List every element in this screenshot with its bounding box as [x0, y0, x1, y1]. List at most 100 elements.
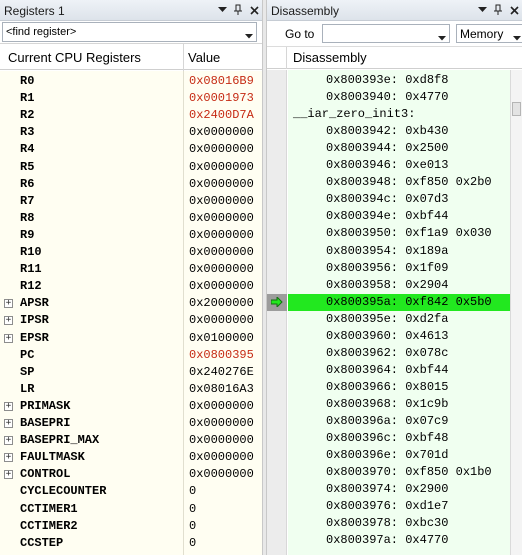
register-row[interactable]: + PRIMASK 0x0000000: [0, 398, 262, 415]
disassembly-line[interactable]: 0x8003968: 0x1c9b: [288, 396, 510, 413]
register-value[interactable]: 0: [189, 536, 196, 550]
disassembly-line[interactable]: 0x8003946: 0xe013: [288, 157, 510, 174]
register-row[interactable]: + EPSR 0x0100000: [0, 330, 262, 347]
register-row[interactable]: R6 0x0000000: [0, 176, 262, 193]
disassembly-lines[interactable]: 0x800393e: 0xd8f8 0x8003940: 0x4770 __iar_…: [288, 70, 510, 555]
disassembly-line[interactable]: 0x8003974: 0x2900: [288, 481, 510, 498]
disassembly-line[interactable]: 0x800396c: 0xbf48: [288, 430, 510, 447]
disassembly-line[interactable]: 0x800394e: 0xbf44: [288, 208, 510, 225]
register-value[interactable]: 0x0000000: [189, 228, 254, 242]
register-value[interactable]: 0x0000000: [189, 194, 254, 208]
disassembly-view[interactable]: 0x800393e: 0xd8f8 0x8003940: 0x4770 __iar_…: [267, 70, 522, 555]
expand-icon[interactable]: +: [4, 401, 13, 411]
chevron-down-icon[interactable]: [513, 30, 521, 44]
disassembly-line[interactable]: 0x8003960: 0x4613: [288, 328, 510, 345]
pin-icon[interactable]: [492, 3, 504, 17]
register-value[interactable]: 0x0000000: [189, 125, 254, 139]
disassembly-line[interactable]: 0x800394c: 0x07d3: [288, 191, 510, 208]
register-row[interactable]: + CONTROL 0x0000000: [0, 466, 262, 483]
register-value[interactable]: 0x08016B9: [189, 74, 254, 88]
register-row[interactable]: R7 0x0000000: [0, 193, 262, 210]
disassembly-label-line[interactable]: __iar_zero_init3:: [288, 106, 510, 123]
register-row[interactable]: PC 0x0800395: [0, 347, 262, 364]
register-value[interactable]: 0x0800395: [189, 348, 254, 362]
disassembly-line[interactable]: 0x8003948: 0xf850 0x2b0: [288, 174, 510, 191]
register-row[interactable]: CCSTEP 0: [0, 535, 262, 552]
disassembly-line[interactable]: 0x8003970: 0xf850 0x1b0: [288, 464, 510, 481]
register-row[interactable]: R8 0x0000000: [0, 210, 262, 227]
chevron-down-icon[interactable]: [245, 28, 253, 42]
register-value[interactable]: 0x2000000: [189, 296, 254, 310]
register-row[interactable]: + BASEPRI_MAX 0x0000000: [0, 432, 262, 449]
disassembly-line[interactable]: 0x800393e: 0xd8f8: [288, 72, 510, 89]
register-row[interactable]: R3 0x0000000: [0, 124, 262, 141]
find-register-input[interactable]: [3, 23, 233, 41]
expand-icon[interactable]: +: [4, 436, 13, 446]
column-divider[interactable]: [183, 44, 184, 71]
register-value[interactable]: 0x0001973: [189, 91, 254, 105]
expand-icon[interactable]: +: [4, 453, 13, 463]
disassembly-line[interactable]: 0x800395e: 0xd2fa: [288, 311, 510, 328]
vertical-scrollbar[interactable]: [510, 70, 522, 555]
register-value[interactable]: 0x0000000: [189, 467, 254, 481]
disassembly-line[interactable]: 0x8003966: 0x8015: [288, 379, 510, 396]
memory-select[interactable]: Memory: [456, 24, 522, 43]
register-row[interactable]: R5 0x0000000: [0, 159, 262, 176]
disassembly-line[interactable]: 0x8003976: 0xd1e7: [288, 498, 510, 515]
close-icon[interactable]: [508, 3, 520, 17]
pin-icon[interactable]: [232, 3, 244, 17]
register-value[interactable]: 0x08016A3: [189, 382, 254, 396]
register-row[interactable]: + IPSR 0x0000000: [0, 312, 262, 329]
current-instruction-line[interactable]: 0x800395a: 0xf842 0x5b0: [288, 293, 510, 311]
register-row[interactable]: + FAULTMASK 0x0000000: [0, 449, 262, 466]
expand-icon[interactable]: +: [4, 470, 13, 480]
register-value[interactable]: 0: [189, 484, 196, 498]
goto-input[interactable]: [323, 25, 433, 42]
register-row[interactable]: R11 0x0000000: [0, 261, 262, 278]
register-row[interactable]: SP 0x240276E: [0, 364, 262, 381]
expand-icon[interactable]: +: [4, 419, 13, 428]
register-value[interactable]: 0x0000000: [189, 160, 254, 174]
register-value[interactable]: 0x2400D7A: [189, 108, 254, 122]
register-row[interactable]: R12 0x0000000: [0, 278, 262, 295]
chevron-down-icon[interactable]: [476, 3, 488, 17]
disassembly-line[interactable]: 0x8003944: 0x2500: [288, 140, 510, 157]
register-value[interactable]: 0x0000000: [189, 313, 254, 327]
register-value[interactable]: 0: [189, 502, 196, 516]
chevron-down-icon[interactable]: [438, 30, 446, 44]
column-disassembly[interactable]: Disassembly: [293, 50, 367, 65]
register-row[interactable]: CCTIMER2 0: [0, 518, 262, 535]
register-value[interactable]: 0x0100000: [189, 331, 254, 345]
scrollbar-thumb[interactable]: [512, 102, 521, 116]
register-value[interactable]: 0: [189, 519, 196, 533]
register-row[interactable]: R10 0x0000000: [0, 244, 262, 261]
register-row[interactable]: R0 0x08016B9: [0, 73, 262, 90]
disassembly-line[interactable]: 0x8003942: 0xb430: [288, 123, 510, 140]
register-row[interactable]: CYCLECOUNTER 0: [0, 483, 262, 500]
disassembly-line[interactable]: 0x8003954: 0x189a: [288, 243, 510, 260]
register-value[interactable]: 0x0000000: [189, 399, 254, 413]
register-value[interactable]: 0x240276E: [189, 365, 254, 379]
disassembly-line[interactable]: 0x8003956: 0x1f09: [288, 260, 510, 277]
register-value[interactable]: 0x0000000: [189, 245, 254, 259]
register-value[interactable]: 0x0000000: [189, 433, 254, 447]
column-value[interactable]: Value: [188, 50, 220, 65]
chevron-down-icon[interactable]: [216, 3, 228, 17]
register-row[interactable]: LR 0x08016A3: [0, 381, 262, 398]
register-value[interactable]: 0x0000000: [189, 262, 254, 276]
register-row[interactable]: + BASEPRI 0x0000000: [0, 415, 262, 432]
register-row[interactable]: R4 0x0000000: [0, 141, 262, 158]
register-value[interactable]: 0x0000000: [189, 211, 254, 225]
register-value[interactable]: 0x0000000: [189, 142, 254, 156]
register-value[interactable]: 0x0000000: [189, 177, 254, 191]
disassembly-line[interactable]: 0x8003978: 0xbc30: [288, 515, 510, 532]
breakpoint-gutter[interactable]: [267, 70, 287, 555]
disassembly-line[interactable]: 0x800396a: 0x07c9: [288, 413, 510, 430]
disassembly-line[interactable]: 0x8003940: 0x4770: [288, 89, 510, 106]
expand-icon[interactable]: +: [4, 316, 13, 326]
expand-icon[interactable]: +: [4, 299, 13, 309]
register-row[interactable]: + APSR 0x2000000: [0, 295, 262, 312]
goto-combo[interactable]: [322, 24, 450, 43]
disassembly-line[interactable]: 0x800397a: 0x4770: [288, 532, 510, 549]
register-row[interactable]: R9 0x0000000: [0, 227, 262, 244]
